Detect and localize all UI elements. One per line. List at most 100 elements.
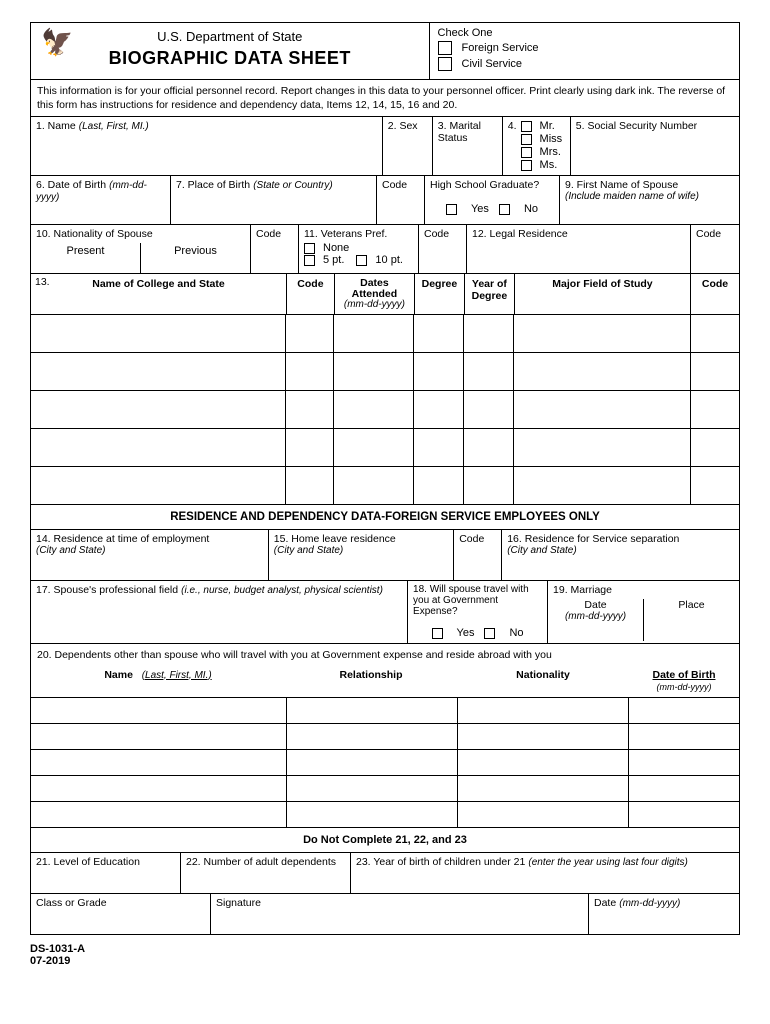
pob-label: 7. Place of Birth bbox=[176, 179, 250, 191]
hs-no-checkbox[interactable] bbox=[499, 204, 510, 215]
f16-hint: (City and State) bbox=[507, 545, 734, 556]
spouse-nat-previous[interactable]: Previous bbox=[141, 243, 250, 273]
college-code-head: Code bbox=[297, 278, 323, 290]
department-name: U.S. Department of State bbox=[39, 29, 421, 44]
field-home-leave-code[interactable]: Code bbox=[454, 530, 502, 580]
form-title: BIOGRAPHIC DATA SHEET bbox=[39, 48, 421, 69]
row-2: 6. Date of Birth (mm-dd-yyyy) 7. Place o… bbox=[31, 176, 739, 225]
f18-yes: Yes bbox=[457, 627, 475, 639]
field-title-prefix: 4. Mr. Miss Mrs. Ms. bbox=[503, 117, 571, 175]
college-head: Name of College and State bbox=[92, 278, 224, 290]
dates-head: Dates Attended bbox=[352, 277, 398, 300]
field-spouse-nat: 10. Nationality of Spouse Present Previo… bbox=[31, 225, 251, 273]
f14-label: 14. Residence at time of employment bbox=[36, 533, 263, 545]
dependent-row[interactable] bbox=[31, 750, 739, 776]
field-vet-pref: 11. Veterans Pref. None 5 pt. 10 pt. bbox=[299, 225, 419, 273]
spouse-travel-no-checkbox[interactable] bbox=[484, 628, 495, 639]
miss-label: Miss bbox=[540, 133, 563, 145]
college-row[interactable] bbox=[31, 353, 739, 391]
f21-label: 21. Level of Education bbox=[36, 856, 140, 868]
field-date[interactable]: Date (mm-dd-yyyy) bbox=[589, 894, 739, 934]
field-pob[interactable]: 7. Place of Birth (State or Country) bbox=[171, 176, 377, 224]
field-sex[interactable]: 2. Sex bbox=[383, 117, 433, 175]
ssn-label: 5. Social Security Number bbox=[576, 120, 697, 132]
civil-service-checkbox[interactable] bbox=[438, 57, 452, 71]
college-row[interactable] bbox=[31, 391, 739, 429]
field-home-leave[interactable]: 15. Home leave residence (City and State… bbox=[269, 530, 454, 580]
mrs-checkbox[interactable] bbox=[521, 147, 532, 158]
field-vet-code[interactable]: Code bbox=[419, 225, 467, 273]
college-row[interactable] bbox=[31, 429, 739, 467]
dob-label: 6. Date of Birth bbox=[36, 179, 106, 191]
residence-section-title: RESIDENCE AND DEPENDENCY DATA-FOREIGN SE… bbox=[31, 505, 739, 530]
vet-none-label: None bbox=[323, 242, 349, 254]
sex-label: 2. Sex bbox=[388, 120, 418, 132]
mr-label: Mr. bbox=[540, 120, 555, 132]
f17-hint: (i.e., nurse, budget analyst, physical s… bbox=[181, 585, 383, 596]
dependent-row[interactable] bbox=[31, 698, 739, 724]
vet-10pt-checkbox[interactable] bbox=[356, 255, 367, 266]
dependent-row[interactable] bbox=[31, 724, 739, 750]
field-spouse-nat-code[interactable]: Code bbox=[251, 225, 299, 273]
field-spouse-profession[interactable]: 17. Spouse's professional field (i.e., n… bbox=[31, 581, 408, 643]
hs-yes-checkbox[interactable] bbox=[446, 204, 457, 215]
dep-dob-head: Date of Birth bbox=[653, 669, 716, 681]
field-marital[interactable]: 3. Marital Status bbox=[433, 117, 503, 175]
f19-date-hint: (mm-dd-yyyy) bbox=[548, 611, 643, 622]
field-marriage-place[interactable]: Place bbox=[644, 599, 739, 641]
foreign-service-label: Foreign Service bbox=[462, 42, 539, 54]
field-spouse-name[interactable]: 9. First Name of Spouse (Include maiden … bbox=[560, 176, 739, 224]
field-class-grade[interactable]: Class or Grade bbox=[31, 894, 211, 934]
field-dob[interactable]: 6. Date of Birth (mm-dd-yyyy) bbox=[31, 176, 171, 224]
field-marriage: 19. Marriage Date (mm-dd-yyyy) Place bbox=[548, 581, 739, 643]
field-separation-residence[interactable]: 16. Residence for Service separation (Ci… bbox=[502, 530, 739, 580]
field-marriage-date[interactable]: Date (mm-dd-yyyy) bbox=[548, 599, 644, 641]
pob-hint: (State or Country) bbox=[253, 180, 332, 191]
form-number: DS-1031-A bbox=[30, 943, 740, 955]
f15-label: 15. Home leave residence bbox=[274, 533, 448, 545]
form-footer: DS-1031-A 07-2019 bbox=[30, 943, 740, 967]
dep-rel-head: Relationship bbox=[339, 669, 402, 681]
field-children-yob[interactable]: 23. Year of birth of children under 21 (… bbox=[351, 853, 739, 893]
field-ssn[interactable]: 5. Social Security Number bbox=[571, 117, 739, 175]
vet-5pt-checkbox[interactable] bbox=[304, 255, 315, 266]
field-education-level[interactable]: 21. Level of Education bbox=[31, 853, 181, 893]
field-name[interactable]: 1. Name (Last, First, MI.) bbox=[31, 117, 383, 175]
vet-code-label: Code bbox=[424, 228, 449, 240]
marital-label: 3. Marital Status bbox=[438, 120, 481, 144]
spouse-travel-yes-checkbox[interactable] bbox=[432, 628, 443, 639]
field-pob-code[interactable]: Code bbox=[377, 176, 425, 224]
f23-label: 23. Year of birth of children under 21 bbox=[356, 856, 525, 868]
college-row[interactable] bbox=[31, 315, 739, 353]
field-legal-res-code[interactable]: Code bbox=[691, 225, 739, 273]
header-left: 🦅 U.S. Department of State BIOGRAPHIC DA… bbox=[31, 23, 429, 79]
dependent-row[interactable] bbox=[31, 776, 739, 802]
row-signature: Class or Grade Signature Date (mm-dd-yyy… bbox=[31, 894, 739, 934]
miss-checkbox[interactable] bbox=[521, 134, 532, 145]
ms-checkbox[interactable] bbox=[521, 160, 532, 171]
f17-label: 17. Spouse's professional field bbox=[36, 584, 178, 596]
mr-checkbox[interactable] bbox=[521, 121, 532, 132]
signature-label: Signature bbox=[216, 897, 261, 909]
foreign-service-checkbox[interactable] bbox=[438, 41, 452, 55]
f23-hint: (enter the year using last four digits) bbox=[528, 857, 688, 868]
dependents-header: Name (Last, First, MI.) Relationship Nat… bbox=[31, 665, 739, 698]
dependent-row[interactable] bbox=[31, 802, 739, 828]
spouse-nat-present[interactable]: Present bbox=[31, 243, 141, 273]
field-residence-employment[interactable]: 14. Residence at time of employment (Cit… bbox=[31, 530, 269, 580]
college-row[interactable] bbox=[31, 467, 739, 505]
dep-name-hint: (Last, First, MI.) bbox=[142, 670, 212, 681]
row-21-23: 21. Level of Education 22. Number of adu… bbox=[31, 853, 739, 894]
vet-none-checkbox[interactable] bbox=[304, 243, 315, 254]
vet-label: 11. Veterans Pref. bbox=[304, 228, 413, 240]
pob-code-label: Code bbox=[382, 179, 407, 191]
f16-label: 16. Residence for Service separation bbox=[507, 533, 734, 545]
f20-label: 20. Dependents other than spouse who wil… bbox=[31, 644, 739, 664]
mrs-label: Mrs. bbox=[540, 146, 561, 158]
field-legal-residence[interactable]: 12. Legal Residence bbox=[467, 225, 691, 273]
name-label: 1. Name bbox=[36, 120, 76, 132]
field-signature[interactable]: Signature bbox=[211, 894, 589, 934]
field-adult-dependents[interactable]: 22. Number of adult dependents bbox=[181, 853, 351, 893]
legal-res-code-label: Code bbox=[696, 228, 721, 240]
f18-label: 18. Will spouse travel with you at Gover… bbox=[413, 584, 542, 617]
